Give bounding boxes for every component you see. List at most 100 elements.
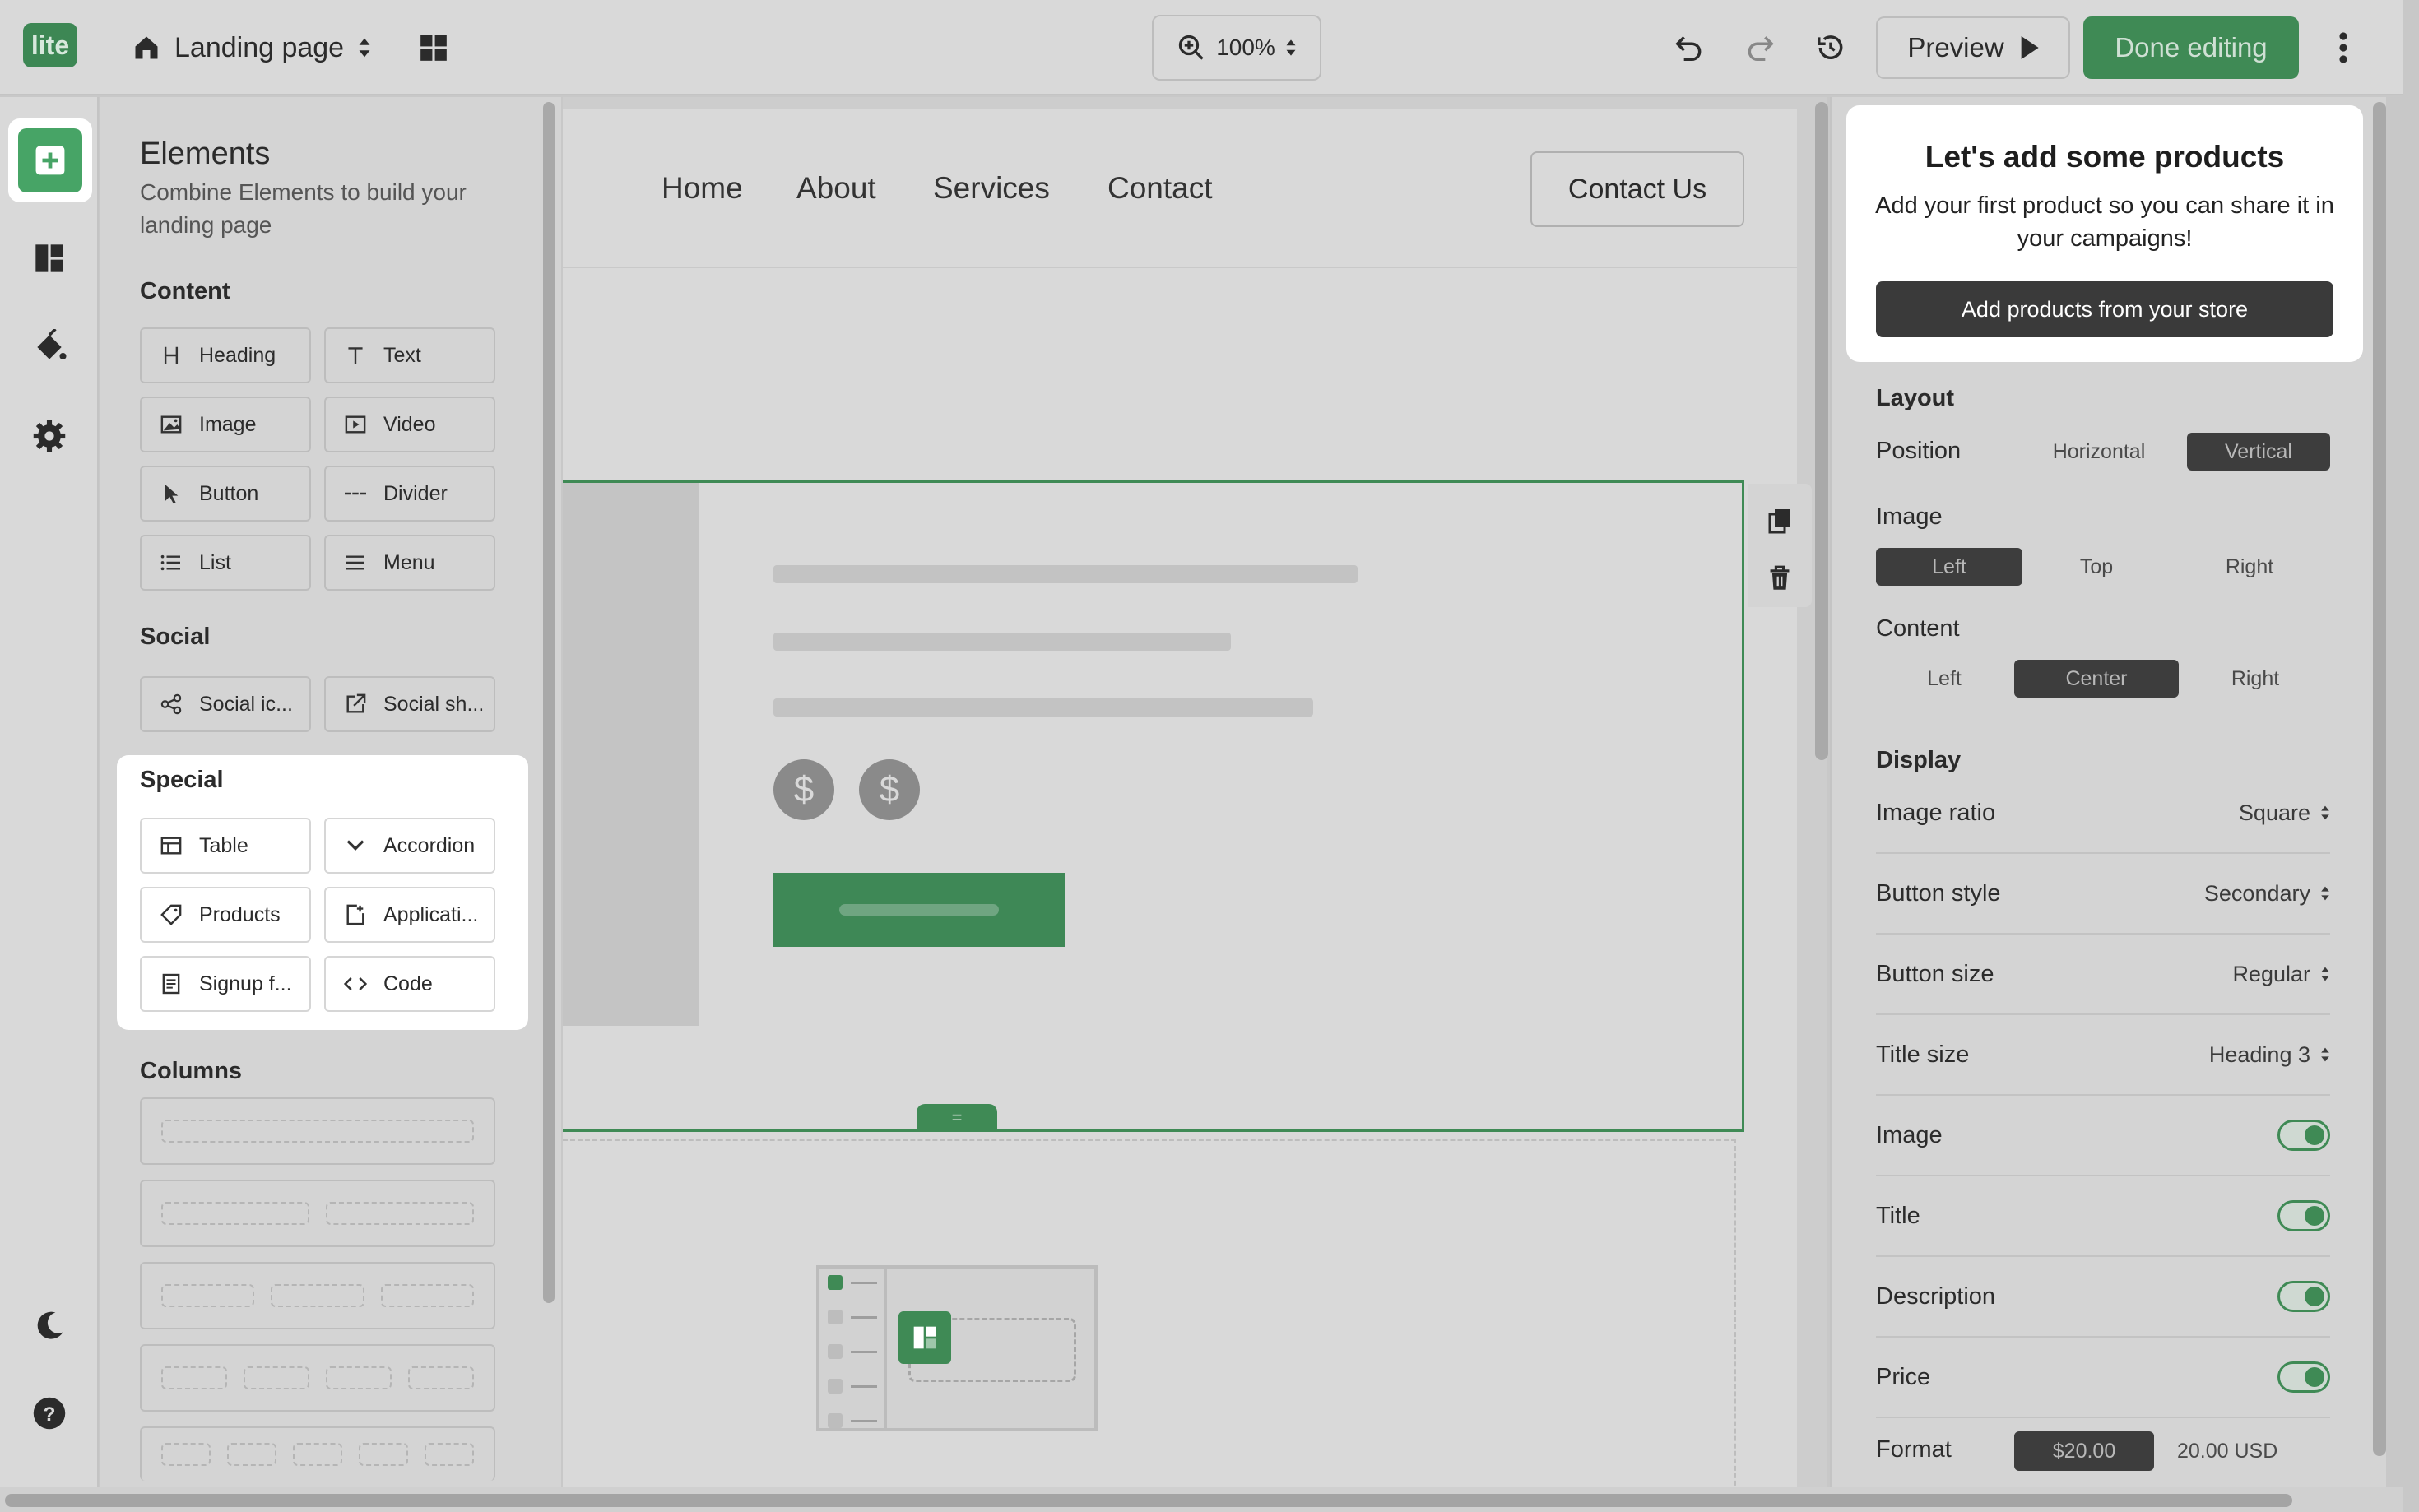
nav-link-contact[interactable]: Contact (1107, 171, 1213, 206)
element-code[interactable]: Code (324, 956, 495, 1012)
element-heading[interactable]: Heading (140, 327, 311, 383)
image-right[interactable]: Right (2175, 548, 2324, 586)
element-menu[interactable]: Menu (324, 535, 495, 591)
element-table[interactable]: Table (140, 818, 311, 874)
app-logo[interactable]: lite (23, 23, 77, 67)
display-section-title: Display (1876, 747, 1962, 773)
column-slot (326, 1202, 474, 1225)
help-icon[interactable]: ? (16, 1380, 82, 1446)
layout-icon (898, 1311, 951, 1364)
drag-illustration (816, 1265, 1098, 1431)
trash-icon[interactable] (1764, 563, 1795, 594)
paint-bucket-icon[interactable] (16, 314, 82, 380)
button-style-row[interactable]: Button style Secondary (1876, 854, 2330, 935)
panel-subtitle: Combine Elements to build your landing p… (140, 179, 467, 238)
site-header[interactable]: Home About Services Contact Contact Us (563, 109, 1797, 268)
content-section-title: Content (140, 278, 230, 304)
columns-3[interactable] (140, 1262, 495, 1329)
sort-arrows-icon (357, 37, 372, 58)
add-products-button[interactable]: Add products from your store (1876, 281, 2333, 337)
video-icon (342, 411, 369, 438)
contact-us-button[interactable]: Contact Us (1530, 151, 1744, 227)
button-size-label: Button size (1876, 960, 1994, 987)
zoom-control[interactable]: 100% (1152, 15, 1321, 81)
format-code-option[interactable]: 20.00 USD (2177, 1431, 2277, 1471)
image-toggle-label: Image (1876, 1121, 1943, 1148)
form-icon (158, 971, 184, 997)
columns-2[interactable] (140, 1180, 495, 1247)
empty-dropzone[interactable] (563, 1139, 1736, 1487)
column-slot (293, 1443, 342, 1466)
element-application[interactable]: Applicati... (324, 887, 495, 943)
elements-scrollbar[interactable] (543, 102, 555, 1303)
history-icon[interactable] (1812, 25, 1850, 71)
gear-icon[interactable] (16, 403, 82, 469)
properties-scrollbar[interactable] (2373, 102, 2386, 1456)
page-selector[interactable]: Landing page (132, 25, 449, 71)
column-slot (244, 1366, 309, 1389)
column-slot (359, 1443, 408, 1466)
element-accordion[interactable]: Accordion (324, 818, 495, 874)
columns-1[interactable] (140, 1097, 495, 1165)
horizontal-scrollbar[interactable] (5, 1494, 2292, 1507)
dark-mode-icon[interactable] (16, 1293, 82, 1359)
divider-icon (342, 480, 369, 507)
title-toggle[interactable] (2277, 1200, 2330, 1231)
position-horizontal[interactable]: Horizontal (2008, 433, 2190, 471)
element-label: List (199, 550, 231, 574)
drag-handle[interactable]: = (917, 1104, 997, 1132)
content-left[interactable]: Left (1876, 660, 2013, 698)
title-size-row[interactable]: Title size Heading 3 (1876, 1015, 2330, 1096)
done-editing-button[interactable]: Done editing (2083, 16, 2299, 79)
preview-button[interactable]: Preview (1876, 16, 2070, 79)
description-toggle[interactable] (2277, 1281, 2330, 1312)
element-label: Social sh... (383, 692, 485, 716)
image-top[interactable]: Top (2022, 548, 2171, 586)
add-element-button[interactable] (18, 128, 82, 192)
price-toggle-label: Price (1876, 1363, 1931, 1390)
layout-icon[interactable] (16, 225, 82, 291)
nav-link-home[interactable]: Home (662, 171, 743, 206)
nav-link-about[interactable]: About (796, 171, 876, 206)
popover-body: Add your first product so you can share … (1875, 192, 2334, 252)
element-products[interactable]: Products (140, 887, 311, 943)
tag-icon (158, 902, 184, 928)
content-right[interactable]: Right (2185, 660, 2325, 698)
element-divider[interactable]: Divider (324, 466, 495, 522)
redo-icon[interactable] (1741, 25, 1779, 71)
button-size-row[interactable]: Button size Regular (1876, 935, 2330, 1015)
columns-4[interactable] (140, 1344, 495, 1412)
position-vertical[interactable]: Vertical (2187, 433, 2330, 471)
image-left[interactable]: Left (1876, 548, 2022, 586)
image-ratio-row[interactable]: Image ratio Square (1876, 773, 2330, 854)
plus-square-icon (35, 146, 65, 175)
element-social-share[interactable]: Social sh... (324, 676, 495, 732)
element-list[interactable]: List (140, 535, 311, 591)
element-image[interactable]: Image (140, 397, 311, 452)
element-button[interactable]: Button (140, 466, 311, 522)
column-slot (408, 1366, 474, 1389)
more-options-icon[interactable] (2327, 28, 2360, 67)
content-center[interactable]: Center (2014, 660, 2179, 698)
price-toggle[interactable] (2277, 1361, 2330, 1393)
element-text[interactable]: Text (324, 327, 495, 383)
image-toggle[interactable] (2277, 1120, 2330, 1151)
products-block-selected[interactable]: $ $ (563, 480, 1744, 1132)
format-symbol-option[interactable]: $20.00 (2014, 1431, 2154, 1471)
nav-link-services[interactable]: Services (933, 171, 1050, 206)
page-canvas: Home About Services Contact Contact Us $… (563, 109, 1797, 1487)
illustration-row (828, 1275, 877, 1290)
button-skeleton (839, 904, 999, 916)
element-signup-form[interactable]: Signup f... (140, 956, 311, 1012)
code-icon (342, 971, 369, 997)
grid-icon[interactable] (418, 32, 449, 63)
element-label: Divider (383, 481, 448, 505)
undo-icon[interactable] (1670, 25, 1708, 71)
element-social-icons[interactable]: Social ic... (140, 676, 311, 732)
title-size-value: Heading 3 (2208, 1041, 2310, 1067)
element-video[interactable]: Video (324, 397, 495, 452)
heading-icon (158, 342, 184, 369)
columns-5[interactable] (140, 1426, 495, 1481)
canvas-scrollbar[interactable] (1815, 102, 1828, 760)
duplicate-icon[interactable] (1764, 505, 1795, 536)
